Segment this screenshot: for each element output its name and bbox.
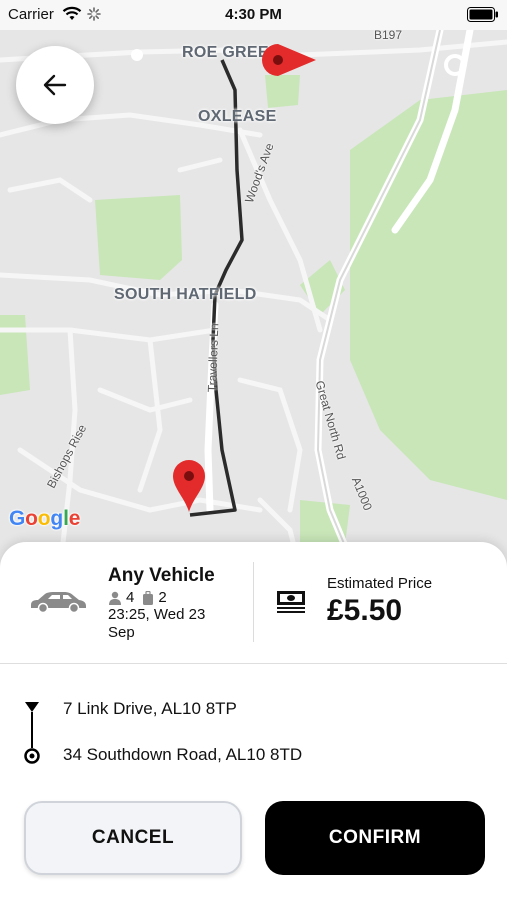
route-connector bbox=[31, 712, 33, 748]
battery-icon bbox=[467, 7, 499, 27]
confirm-button[interactable]: CONFIRM bbox=[265, 801, 485, 875]
pickup-map-pin-icon[interactable] bbox=[171, 458, 207, 514]
dropoff-marker-icon bbox=[24, 748, 40, 764]
dropoff-address[interactable]: 34 Southdown Road, AL10 8TD bbox=[63, 745, 302, 765]
passenger-icon bbox=[109, 591, 121, 605]
status-bar: Carrier 4:30 PM bbox=[0, 0, 507, 30]
horizontal-divider bbox=[0, 663, 507, 664]
vehicle-price-row: Any Vehicle 4 2 23:25, Wed 23 Sep Estima… bbox=[0, 542, 507, 662]
road-label-b197: B197 bbox=[374, 30, 403, 42]
pickup-datetime: 23:25, Wed 23 Sep bbox=[108, 606, 206, 641]
road-label-travellers-ln: Travellers Ln bbox=[205, 323, 222, 393]
luggage-icon bbox=[143, 590, 154, 605]
map-label-oxlease: OXLEASE bbox=[198, 108, 277, 125]
pickup-address[interactable]: 7 Link Drive, AL10 8TP bbox=[63, 699, 237, 719]
status-time: 4:30 PM bbox=[225, 6, 282, 23]
map-label-south-hatfield: SOUTH HATFIELD bbox=[114, 286, 257, 303]
price-value: £5.50 bbox=[327, 594, 403, 627]
car-icon bbox=[31, 592, 86, 614]
price-label: Estimated Price bbox=[327, 575, 433, 592]
vehicle-name: Any Vehicle bbox=[108, 565, 215, 586]
vertical-divider bbox=[253, 562, 254, 642]
passenger-count: 4 bbox=[126, 589, 135, 606]
cancel-button[interactable]: CANCEL bbox=[24, 801, 242, 875]
back-button[interactable] bbox=[16, 46, 94, 124]
dropoff-map-pin-icon[interactable] bbox=[260, 42, 318, 82]
trip-summary-sheet: Any Vehicle 4 2 23:25, Wed 23 Sep Estima… bbox=[0, 542, 507, 900]
vehicle-capacity: 4 2 bbox=[108, 589, 171, 606]
luggage-count: 2 bbox=[158, 589, 167, 606]
google-attribution[interactable]: Google bbox=[9, 507, 80, 531]
cash-icon bbox=[277, 591, 305, 613]
arrow-left-icon bbox=[43, 74, 67, 96]
route-map[interactable]: ROE GREEN OXLEASE SOUTH HATFIELD B197 Wo… bbox=[0, 30, 507, 570]
